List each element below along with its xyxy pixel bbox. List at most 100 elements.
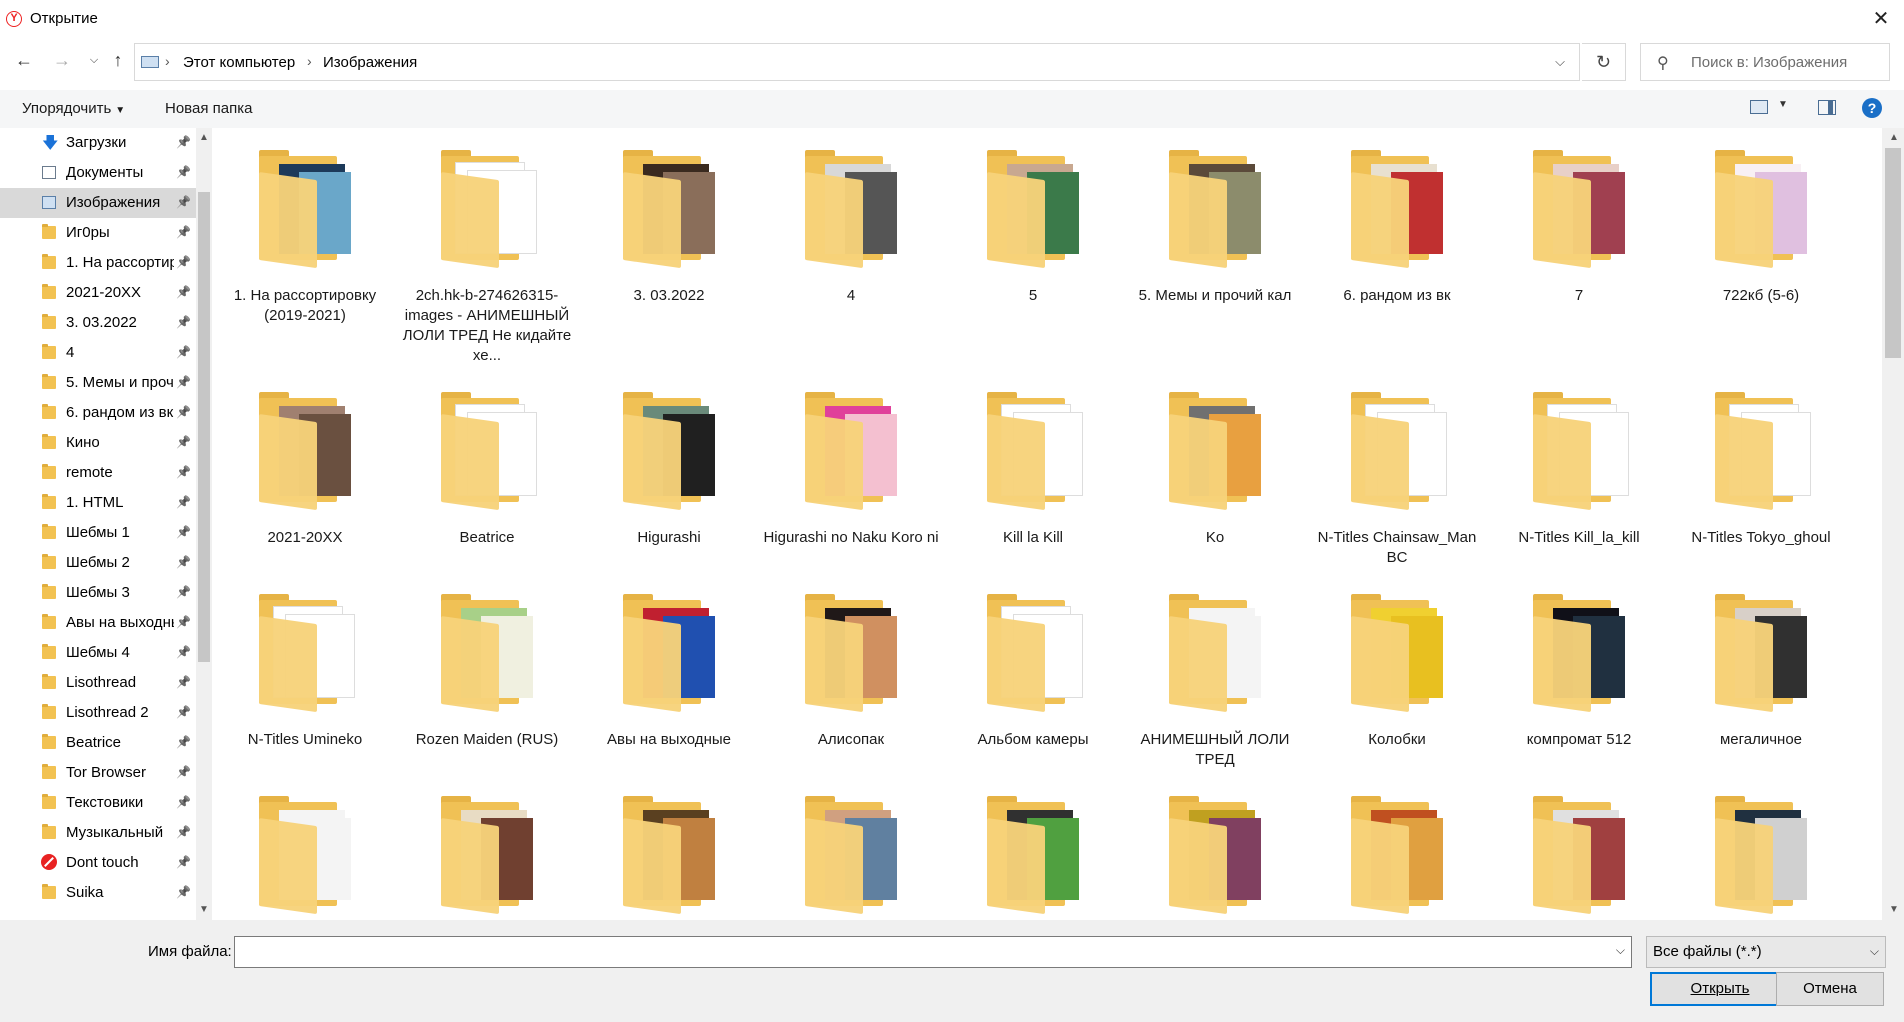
folder-item[interactable]: Колобки bbox=[1306, 572, 1488, 772]
sidebar-item[interactable]: Lisothread 📌 bbox=[0, 668, 196, 698]
pin-icon[interactable]: 📌 bbox=[176, 495, 191, 509]
forward-arrow-icon[interactable]: → bbox=[48, 46, 76, 74]
sidebar-item[interactable]: Beatrice 📌 bbox=[0, 728, 196, 758]
folder-item[interactable]: 2021-20XX bbox=[214, 370, 396, 570]
sidebar-item[interactable]: Текстовики 📌 bbox=[0, 788, 196, 818]
folder-item[interactable]: АНИМЕШНЫЙ ЛОЛИ ТРЕД bbox=[1124, 572, 1306, 772]
address-bar[interactable]: › Этот компьютер › Изображения ⌵ bbox=[134, 43, 1580, 81]
sidebar-item[interactable]: 1. HTML 📌 bbox=[0, 488, 196, 518]
sidebar-item[interactable]: 5. Мемы и прочий кал📌 bbox=[0, 368, 196, 398]
folder-item[interactable]: 4 bbox=[760, 128, 942, 328]
folder-item[interactable] bbox=[578, 774, 760, 920]
sidebar-item[interactable]: Шебмы 1 📌 bbox=[0, 518, 196, 548]
pin-icon[interactable]: 📌 bbox=[176, 735, 191, 749]
folder-item[interactable]: Альбом камеры bbox=[942, 572, 1124, 772]
folder-item[interactable]: N-Titles Umineko bbox=[214, 572, 396, 772]
pin-icon[interactable]: 📌 bbox=[176, 285, 191, 299]
cancel-button[interactable]: Отмена bbox=[1776, 972, 1884, 1006]
sidebar-item[interactable]: remote 📌 bbox=[0, 458, 196, 488]
folder-item[interactable] bbox=[396, 774, 578, 920]
sidebar-item[interactable]: Шебмы 4 📌 bbox=[0, 638, 196, 668]
pin-icon[interactable]: 📌 bbox=[176, 375, 191, 389]
pin-icon[interactable]: 📌 bbox=[176, 435, 191, 449]
pin-icon[interactable]: 📌 bbox=[176, 645, 191, 659]
pin-icon[interactable]: 📌 bbox=[176, 885, 191, 899]
sidebar-item[interactable]: Шебмы 3 📌 bbox=[0, 578, 196, 608]
pin-icon[interactable]: 📌 bbox=[176, 525, 191, 539]
folder-item[interactable]: Higurashi no Naku Koro ni bbox=[760, 370, 942, 570]
back-arrow-icon[interactable]: ← bbox=[10, 46, 38, 74]
folder-item[interactable]: 2ch.hk-b-274626315-images - АНИМЕШНЫЙ ЛО… bbox=[396, 128, 578, 364]
up-arrow-icon[interactable]: ↑ bbox=[104, 46, 132, 74]
breadcrumb-separator-icon[interactable]: › bbox=[165, 53, 170, 69]
folder-item[interactable]: Алисопак bbox=[760, 572, 942, 772]
main-scrollbar-thumb[interactable] bbox=[1885, 148, 1901, 358]
folder-item[interactable]: Ko bbox=[1124, 370, 1306, 570]
folder-item[interactable]: Higurashi bbox=[578, 370, 760, 570]
folder-item[interactable]: Beatrice bbox=[396, 370, 578, 570]
pin-icon[interactable]: 📌 bbox=[176, 585, 191, 599]
filename-input[interactable]: ⌵ bbox=[234, 936, 1632, 968]
file-type-select[interactable]: Все файлы (*.*) ⌵ bbox=[1646, 936, 1886, 968]
folder-item[interactable] bbox=[1670, 774, 1852, 920]
folder-item[interactable]: N-Titles Tokyo_ghoul bbox=[1670, 370, 1852, 570]
scroll-down-arrow-icon[interactable]: ▼ bbox=[1886, 904, 1902, 915]
change-view-icon[interactable] bbox=[1750, 100, 1768, 114]
scroll-up-arrow-icon[interactable]: ▲ bbox=[196, 132, 212, 143]
pin-icon[interactable]: 📌 bbox=[176, 405, 191, 419]
scroll-down-arrow-icon[interactable]: ▼ bbox=[196, 904, 212, 915]
sidebar-item[interactable]: Изображения 📌 bbox=[0, 188, 196, 218]
sidebar-item[interactable]: Авы на выходные📌 bbox=[0, 608, 196, 638]
folder-item[interactable]: 5. Мемы и прочий кал bbox=[1124, 128, 1306, 328]
address-history-chevron-icon[interactable]: ⌵ bbox=[1541, 44, 1579, 80]
folder-item[interactable]: 3. 03.2022 bbox=[578, 128, 760, 328]
pin-icon[interactable]: 📌 bbox=[176, 795, 191, 809]
pin-icon[interactable]: 📌 bbox=[176, 615, 191, 629]
folder-item[interactable]: N-Titles Kill_la_kill bbox=[1488, 370, 1670, 570]
folder-item[interactable]: мегаличное bbox=[1670, 572, 1852, 772]
folder-item[interactable] bbox=[760, 774, 942, 920]
pin-icon[interactable]: 📌 bbox=[176, 705, 191, 719]
breadcrumb-pictures[interactable]: Изображения bbox=[323, 54, 417, 71]
scroll-up-arrow-icon[interactable]: ▲ bbox=[1886, 132, 1902, 143]
folder-item[interactable] bbox=[1124, 774, 1306, 920]
sidebar-item[interactable]: Шебмы 2 📌 bbox=[0, 548, 196, 578]
pin-icon[interactable]: 📌 bbox=[176, 315, 191, 329]
pin-icon[interactable]: 📌 bbox=[176, 465, 191, 479]
sidebar-item[interactable]: Suika 📌 bbox=[0, 878, 196, 908]
folder-item[interactable]: Kill la Kill bbox=[942, 370, 1124, 570]
folder-item[interactable]: 7 bbox=[1488, 128, 1670, 328]
sidebar-item[interactable]: 1. На рассортировку📌 bbox=[0, 248, 196, 278]
pin-icon[interactable]: 📌 bbox=[176, 675, 191, 689]
help-icon[interactable]: ? bbox=[1862, 98, 1882, 118]
folder-item[interactable] bbox=[214, 774, 396, 920]
folder-item[interactable]: 5 bbox=[942, 128, 1124, 328]
folder-item[interactable]: 6. рандом из вк bbox=[1306, 128, 1488, 328]
folder-item[interactable]: компромат 512 bbox=[1488, 572, 1670, 772]
search-input[interactable]: ⚲ Поиск в: Изображения bbox=[1640, 43, 1890, 81]
pin-icon[interactable]: 📌 bbox=[176, 135, 191, 149]
folder-item[interactable]: 1. На рассортировку (2019-2021) bbox=[214, 128, 396, 328]
sidebar-item[interactable]: Кино 📌 bbox=[0, 428, 196, 458]
folder-item[interactable]: N-Titles Chainsaw_Man BC bbox=[1306, 370, 1488, 570]
sidebar-scrollbar-thumb[interactable] bbox=[198, 192, 210, 662]
pin-icon[interactable]: 📌 bbox=[176, 855, 191, 869]
open-button[interactable]: Открыть bbox=[1650, 972, 1790, 1006]
filename-dropdown-chevron-icon[interactable]: ⌵ bbox=[1616, 943, 1625, 958]
new-folder-button[interactable]: Новая папка bbox=[165, 100, 252, 117]
sidebar-item[interactable]: 🡇 Загрузки 📌 bbox=[0, 128, 196, 158]
sidebar-item[interactable]: Музыкальный 📌 bbox=[0, 818, 196, 848]
pin-icon[interactable]: 📌 bbox=[176, 555, 191, 569]
breadcrumb-this-pc[interactable]: Этот компьютер bbox=[183, 54, 295, 71]
pin-icon[interactable]: 📌 bbox=[176, 195, 191, 209]
pin-icon[interactable]: 📌 bbox=[176, 255, 191, 269]
view-options-dropdown-icon[interactable]: ▼ bbox=[1778, 99, 1788, 110]
sidebar-item[interactable]: 4 📌 bbox=[0, 338, 196, 368]
pin-icon[interactable]: 📌 bbox=[176, 765, 191, 779]
sidebar-item[interactable]: Lisothread 2 📌 bbox=[0, 698, 196, 728]
breadcrumb-separator-icon[interactable]: › bbox=[307, 53, 312, 69]
pin-icon[interactable]: 📌 bbox=[176, 345, 191, 359]
folder-item[interactable]: Авы на выходные bbox=[578, 572, 760, 772]
folder-item[interactable] bbox=[1306, 774, 1488, 920]
close-button[interactable]: ✕ bbox=[1858, 0, 1904, 38]
